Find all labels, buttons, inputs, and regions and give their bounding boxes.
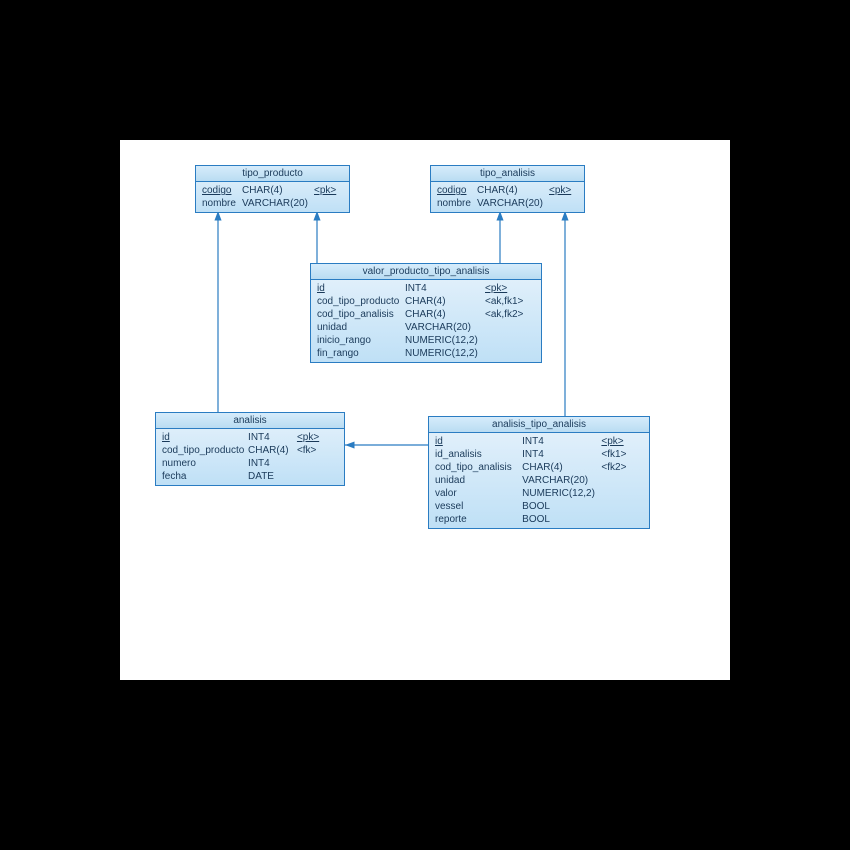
entity-title: analisis_tipo_analisis [429,417,649,433]
table-row: cod_tipo_analisis CHAR(4) <fk2> [435,461,643,474]
table-row: codigo CHAR(4) <pk> [437,184,578,197]
table-row: id INT4 <pk> [162,431,338,444]
relationship-connectors [120,140,730,680]
entity-tipo-producto: tipo_producto codigo CHAR(4) <pk> nombre… [195,165,350,213]
table-row: id_analisis INT4 <fk1> [435,448,643,461]
entity-body: id INT4 <pk> id_analisis INT4 <fk1> cod_… [429,433,649,528]
table-row: inicio_rango NUMERIC(12,2) [317,334,535,347]
table-row: unidad VARCHAR(20) [435,474,643,487]
entity-title: tipo_analisis [431,166,584,182]
table-row: id INT4 <pk> [317,282,535,295]
table-row: valor NUMERIC(12,2) [435,487,643,500]
table-row: reporte BOOL [435,513,643,526]
entity-title: tipo_producto [196,166,349,182]
table-row: cod_tipo_producto CHAR(4) <fk> [162,444,338,457]
table-row: nombre VARCHAR(20) [202,197,343,210]
table-row: numero INT4 [162,457,338,470]
table-row: nombre VARCHAR(20) [437,197,578,210]
entity-body: codigo CHAR(4) <pk> nombre VARCHAR(20) [431,182,584,212]
table-row: cod_tipo_producto CHAR(4) <ak,fk1> [317,295,535,308]
entity-body: id INT4 <pk> cod_tipo_producto CHAR(4) <… [156,429,344,485]
table-row: cod_tipo_analisis CHAR(4) <ak,fk2> [317,308,535,321]
entity-tipo-analisis: tipo_analisis codigo CHAR(4) <pk> nombre… [430,165,585,213]
entity-analisis: analisis id INT4 <pk> cod_tipo_producto … [155,412,345,486]
entity-body: id INT4 <pk> cod_tipo_producto CHAR(4) <… [311,280,541,362]
entity-body: codigo CHAR(4) <pk> nombre VARCHAR(20) [196,182,349,212]
table-row: unidad VARCHAR(20) [317,321,535,334]
entity-title: valor_producto_tipo_analisis [311,264,541,280]
table-row: id INT4 <pk> [435,435,643,448]
entity-title: analisis [156,413,344,429]
entity-valor-producto-tipo-analisis: valor_producto_tipo_analisis id INT4 <pk… [310,263,542,363]
diagram-canvas: tipo_producto codigo CHAR(4) <pk> nombre… [120,140,730,680]
entity-analisis-tipo-analisis: analisis_tipo_analisis id INT4 <pk> id_a… [428,416,650,529]
table-row: vessel BOOL [435,500,643,513]
table-row: fecha DATE [162,470,338,483]
table-row: codigo CHAR(4) <pk> [202,184,343,197]
table-row: fin_rango NUMERIC(12,2) [317,347,535,360]
